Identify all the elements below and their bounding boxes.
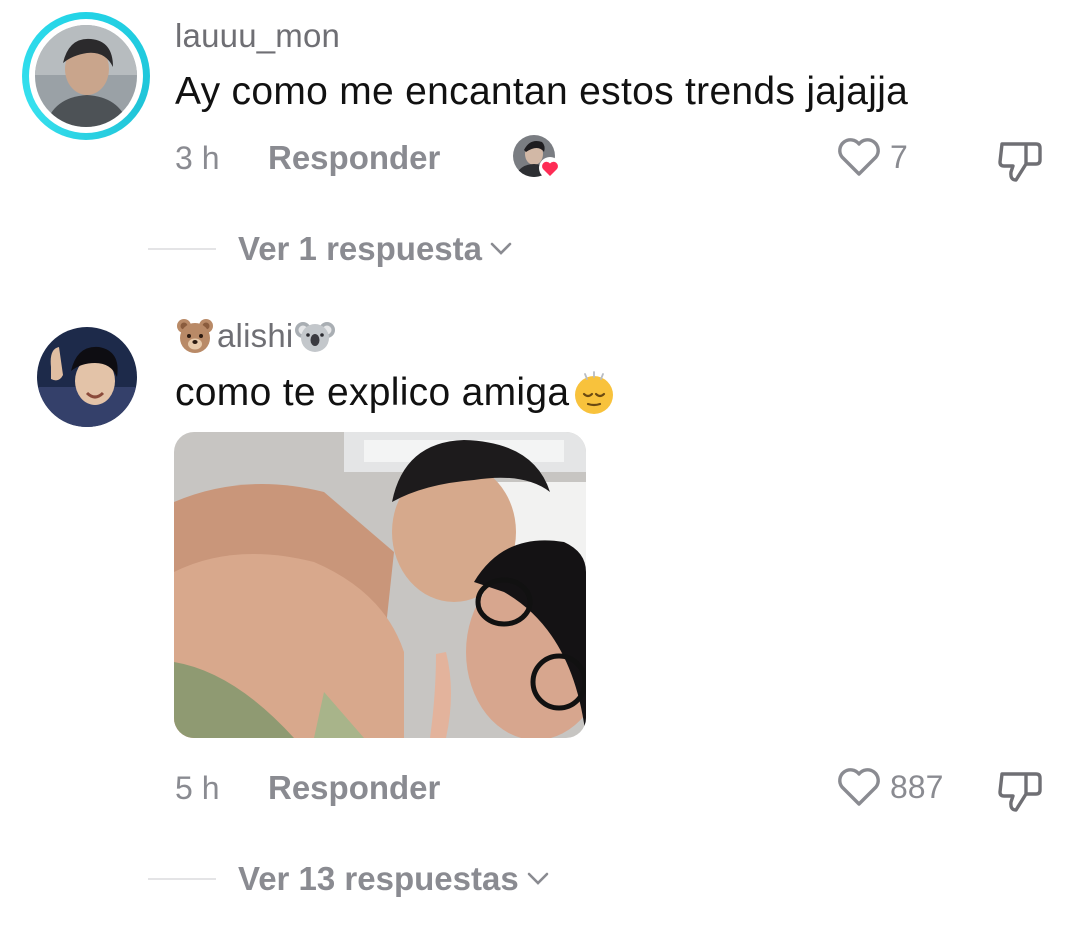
comment-username-row[interactable]: alishi bbox=[175, 316, 336, 356]
chevron-down-icon bbox=[527, 872, 549, 885]
comment-time: 5 h bbox=[175, 770, 220, 806]
heart-outline-icon bbox=[838, 768, 880, 806]
comment-attached-image[interactable] bbox=[174, 432, 586, 738]
like-count: 887 bbox=[890, 768, 944, 805]
reply-button[interactable]: Responder bbox=[268, 139, 440, 177]
comment-item: lauuu_mon Ay como me encantan estos tren… bbox=[0, 0, 1080, 280]
comment-time: 3 h bbox=[175, 140, 220, 176]
divider-line bbox=[148, 878, 216, 880]
like-button[interactable]: 7 bbox=[836, 136, 908, 178]
view-replies-button[interactable]: Ver 13 respuestas bbox=[148, 860, 549, 898]
comment-username[interactable]: lauuu_mon bbox=[175, 17, 340, 55]
divider-line bbox=[148, 248, 216, 250]
user-avatar[interactable] bbox=[35, 25, 137, 127]
heart-outline-icon bbox=[838, 138, 880, 176]
relieved-face-emoji bbox=[575, 371, 614, 414]
bear-face-emoji bbox=[177, 319, 213, 353]
thumbs-down-icon bbox=[998, 142, 1042, 182]
koala-emoji bbox=[295, 322, 336, 352]
comment-text: como te explico amiga bbox=[175, 371, 570, 414]
couple-selfie-photo bbox=[174, 432, 586, 738]
comment-text-row: como te explico amiga bbox=[175, 370, 617, 416]
heart-badge-icon bbox=[539, 157, 561, 179]
creator-liked-badge bbox=[512, 134, 561, 180]
reply-button[interactable]: Responder bbox=[268, 769, 440, 807]
dislike-button[interactable] bbox=[996, 138, 1044, 189]
like-count: 7 bbox=[890, 138, 908, 175]
like-button[interactable]: 887 bbox=[836, 766, 943, 808]
user-avatar[interactable] bbox=[37, 327, 137, 427]
chevron-down-icon bbox=[490, 242, 512, 255]
dislike-button[interactable] bbox=[996, 768, 1044, 819]
comment-username[interactable]: alishi bbox=[217, 317, 293, 355]
comment-item: alishi como te explico amiga 5 h Respond… bbox=[0, 300, 1080, 936]
thumbs-down-icon bbox=[998, 772, 1042, 812]
view-replies-button[interactable]: Ver 1 respuesta bbox=[148, 230, 512, 268]
creator-avatar-icon bbox=[513, 135, 561, 179]
view-replies-label: Ver 1 respuesta bbox=[238, 230, 482, 267]
comment-text: Ay como me encantan estos trends jajajja bbox=[175, 70, 909, 113]
story-ring[interactable] bbox=[22, 12, 150, 140]
view-replies-label: Ver 13 respuestas bbox=[238, 860, 519, 897]
